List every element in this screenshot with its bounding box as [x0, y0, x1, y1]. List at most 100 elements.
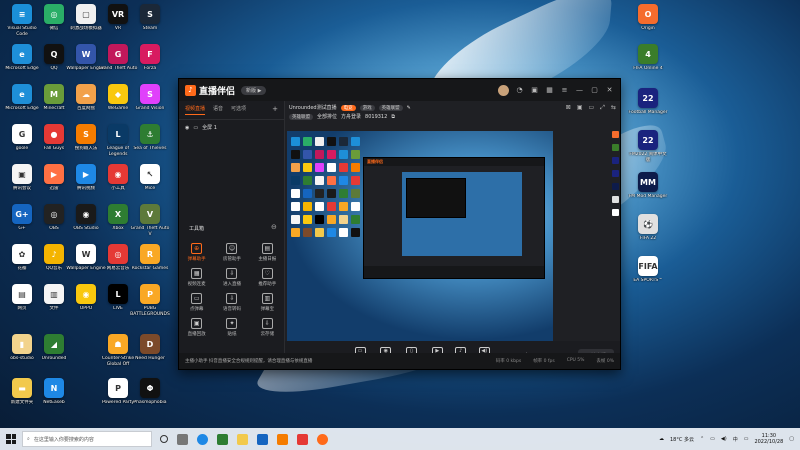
desktop-icon-right[interactable]: FIFA EA SPORTS™ [630, 256, 666, 284]
widgets-icon[interactable] [177, 433, 188, 445]
room-tag[interactable]: 电竞 [340, 104, 356, 111]
volume-icon[interactable]: ◀) [721, 436, 727, 442]
maximize-icon[interactable]: ▢ [590, 86, 599, 95]
app-name: 直播伴侣 [199, 86, 236, 97]
desktop-icon-left[interactable]: ↖ Mice [132, 164, 168, 192]
tool-item[interactable]: ✦ 贴纸 [214, 318, 249, 337]
tab-video-live[interactable]: 视频直播 [185, 105, 206, 115]
gift-icon[interactable]: ▣ [530, 86, 539, 95]
desktop-icon-left[interactable]: ≡ Visual Studio Code [4, 4, 40, 37]
stream-preview[interactable]: 直播伴侣 [287, 131, 553, 341]
tool-item[interactable]: ⇩ 进入直播 [214, 268, 249, 287]
weather-text[interactable]: 18°C 多云 [670, 436, 694, 443]
screen-icon[interactable]: ▭ [588, 104, 594, 112]
tool-label: 进入直播 [222, 282, 241, 287]
mail-icon[interactable] [257, 433, 268, 445]
tool-item[interactable]: ♡ 推荐助手 [250, 268, 285, 287]
desktop-icon-label: FM Mod Manager [628, 194, 668, 199]
preview-mini-icon [327, 215, 336, 224]
office-taskbar-icon[interactable] [297, 433, 308, 445]
tool-item[interactable]: ☺ 房管助手 [214, 243, 249, 262]
desktop-icon-left[interactable]: V Grand Theft Auto V [131, 204, 169, 237]
tab-voice[interactable]: 语音 [213, 105, 223, 115]
preview-mini-icon [291, 163, 300, 172]
tool-item[interactable]: ▣ 直播回放 [179, 318, 214, 337]
share-icon[interactable]: ⇆ [611, 104, 616, 112]
desktop-icon-left[interactable]: ☗ Counter-Strike Global Off [100, 334, 136, 367]
clock[interactable]: 11:30 2022/10/28 [754, 433, 783, 445]
preview-mini-icon [351, 189, 360, 198]
battery-icon[interactable]: ▭ [744, 436, 749, 442]
tool-item[interactable]: ⇩ 云存储 [250, 318, 285, 337]
desktop-icon-left[interactable]: N NetEaseb [36, 378, 72, 406]
file-explorer-icon[interactable] [237, 433, 248, 445]
network-icon[interactable]: ▭ [710, 436, 715, 442]
minimize-icon[interactable]: — [575, 86, 584, 95]
copy-icon[interactable]: ⧉ [391, 114, 395, 120]
app-icon: S [140, 84, 160, 104]
toolbox-settings-icon[interactable]: ⊖ [271, 223, 277, 231]
desktop-icon-right[interactable]: MM FM Mod Manager [628, 172, 668, 200]
edge-taskbar-icon[interactable] [197, 433, 208, 445]
desktop-icon-left[interactable]: ⚓ Sea of Thieves [132, 124, 168, 152]
desktop-icon-left[interactable]: R Rockstar Games [132, 244, 168, 272]
tool-item[interactable]: ⇩ 语音转码 [214, 293, 249, 312]
tray-up-icon[interactable]: ⌃ [700, 436, 704, 442]
input-method[interactable]: 中 [733, 436, 738, 443]
app-icon: VR [108, 4, 128, 24]
desktop-icon-label: Phasmophobia [133, 400, 167, 405]
desktop-icon-left[interactable]: Φ Phasmophobia [132, 378, 168, 406]
preview-mini-icon [327, 189, 336, 198]
tool-label: 语音转码 [222, 307, 241, 312]
lock-icon[interactable]: ⊠ [566, 104, 571, 112]
desktop-icon-left[interactable]: S Steam [132, 4, 168, 32]
room-category[interactable]: 英雄联盟 [378, 104, 403, 111]
notification-icon[interactable]: ▢ [789, 436, 794, 442]
desktop-icon-right[interactable]: 4 FIFA Online 4 [630, 44, 666, 72]
desktop-icon-right[interactable]: 22 Football Manager [629, 88, 667, 116]
app-taskbar-icon[interactable] [277, 433, 288, 445]
start-button[interactable] [0, 428, 22, 450]
stream-tag[interactable]: 英雄联盟 [289, 113, 313, 120]
chrome-taskbar-icon[interactable] [217, 433, 228, 445]
tool-item[interactable]: ▤ 主播日报 [250, 243, 285, 262]
stream-sub[interactable]: 全部排位 [317, 113, 337, 120]
scene-item[interactable]: ◉ ▭ 全屏 1 [179, 120, 284, 135]
desktop-icon-left[interactable]: D Need Hunger [132, 334, 168, 362]
menu-icon[interactable]: ≡ [560, 86, 569, 95]
edit-icon[interactable]: ✎ [407, 105, 411, 111]
taskbar-apps [160, 433, 328, 445]
grid-icon[interactable]: ▦ [545, 86, 554, 95]
desktop-icon-left[interactable]: S Grand Vision [132, 84, 168, 112]
eye-icon[interactable]: ◉ [185, 125, 189, 131]
preview-mini-icon [327, 228, 336, 237]
room-tag-secondary[interactable]: 游戏 [359, 104, 375, 111]
status-bar: 主播小助手 抖音直播安全合规规则提醒，请合理直播与依规直播 码率 0 kbps 帧… [179, 353, 620, 369]
desktop-icon-left[interactable]: ◢ Unrounded [36, 334, 72, 362]
tool-item[interactable]: ⊕ 弹幕助手 [179, 243, 214, 262]
desktop-icon-right[interactable]: ⚽ FIFA 22 [630, 214, 666, 242]
window-titlebar[interactable]: ♪ 直播伴侣 新版 ▶ ◔ ▣ ▦ ≡ — ▢ ✕ [179, 79, 620, 101]
desktop-icon-left[interactable]: P PUBG BATTLEGROUNDS [130, 284, 170, 317]
fullscreen-icon[interactable]: ⤢ [600, 104, 605, 112]
bell-icon[interactable]: ◔ [515, 86, 524, 95]
user-avatar[interactable] [498, 84, 509, 96]
layout-icon[interactable]: ▣ [577, 104, 583, 112]
desktop-icon-left[interactable]: L League of Legends [100, 124, 136, 157]
room-title[interactable]: Unrounded测试直播 [289, 104, 337, 111]
tool-item[interactable]: ▥ 弹幕宝 [250, 293, 285, 312]
taskbar-search[interactable]: ⌕ 在这里输入你要搜索的内容 [22, 431, 152, 447]
task-view-icon[interactable] [160, 435, 168, 443]
close-icon[interactable]: ✕ [605, 86, 614, 95]
tool-item[interactable]: ▦ 视频连麦 [179, 268, 214, 287]
add-scene-icon[interactable]: + [272, 105, 278, 115]
live-companion-window[interactable]: ♪ 直播伴侣 新版 ▶ ◔ ▣ ▦ ≡ — ▢ ✕ 视频直播 语音 可选项 + … [178, 78, 621, 370]
desktop-icon-right[interactable]: O Origin [630, 4, 666, 32]
version-badge[interactable]: 新版 ▶ [241, 85, 267, 95]
tab-options[interactable]: 可选项 [231, 105, 246, 115]
tool-item[interactable]: ▭ 点弹幕 [179, 293, 214, 312]
desktop-icon-right[interactable]: 22 FM2022 简体中文版 [629, 130, 667, 163]
live-companion-taskbar-icon[interactable] [317, 433, 328, 445]
weather-icon[interactable]: ☁ [659, 436, 664, 442]
desktop-icon-left[interactable]: F Forza [132, 44, 168, 72]
